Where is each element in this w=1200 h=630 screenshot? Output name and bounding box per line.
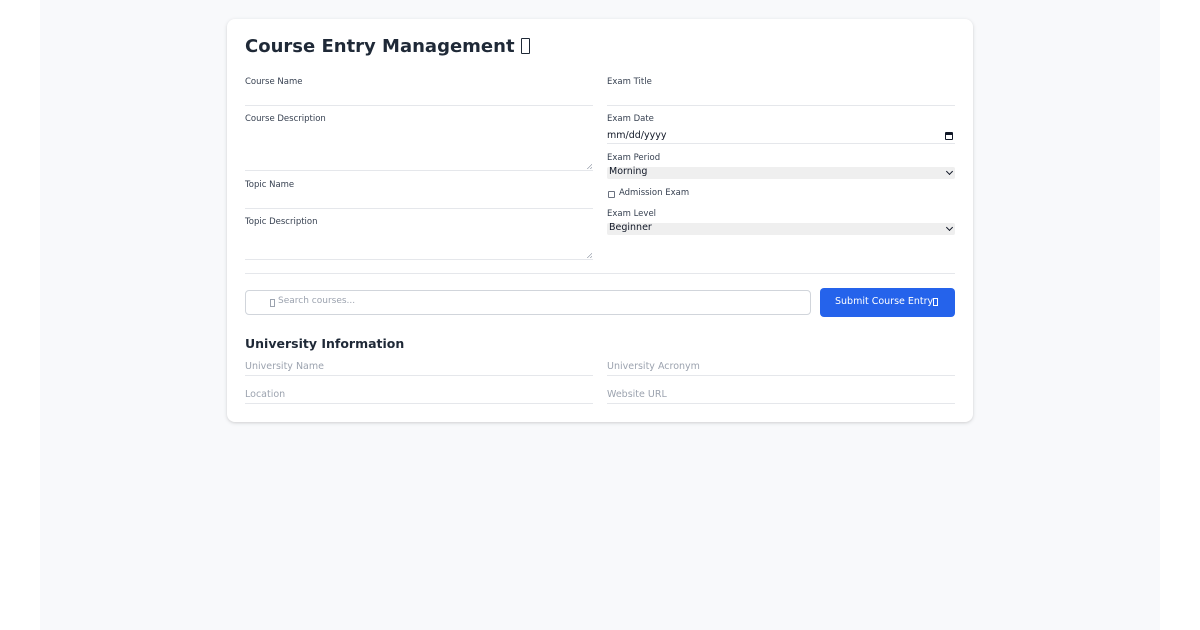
course-description-textarea[interactable] <box>245 127 593 171</box>
website-url-placeholder: Website URL <box>607 389 667 400</box>
exam-date-label: Exam Date <box>607 114 654 124</box>
exam-date-placeholder: mm/dd/yyyy <box>607 130 667 141</box>
university-name-placeholder: University Name <box>245 361 324 372</box>
topic-name-label: Topic Name <box>245 180 295 190</box>
university-acronym-input[interactable] <box>607 375 955 376</box>
exam-period-value: Morning <box>609 166 648 177</box>
admission-exam-label[interactable]: Admission Exam <box>619 188 689 198</box>
title-emoji-icon <box>520 38 530 54</box>
page-title: Course Entry Management <box>245 36 530 57</box>
exam-title-label: Exam Title <box>607 77 652 87</box>
exam-period-select[interactable]: Morning <box>607 166 955 179</box>
section-divider <box>245 273 955 274</box>
course-description-label: Course Description <box>245 114 326 124</box>
website-url-input[interactable] <box>607 403 955 404</box>
search-placeholder: Search courses... <box>278 296 356 306</box>
calendar-icon[interactable] <box>945 132 953 140</box>
course-entry-card: Course Entry Management Course Name Cour… <box>227 19 973 422</box>
search-icon <box>270 299 275 307</box>
university-name-input[interactable] <box>245 375 593 376</box>
exam-date-input[interactable]: mm/dd/yyyy <box>607 130 955 144</box>
exam-title-input[interactable] <box>607 105 955 106</box>
course-name-input[interactable] <box>245 105 593 106</box>
exam-period-label: Exam Period <box>607 153 661 163</box>
university-acronym-placeholder: University Acronym <box>607 361 700 372</box>
university-information-heading: University Information <box>245 336 405 351</box>
location-placeholder: Location <box>245 389 286 400</box>
submit-button-label: Submit Course Entry <box>835 296 934 307</box>
send-icon <box>933 298 938 306</box>
chevron-down-icon <box>945 223 954 232</box>
admission-exam-checkbox[interactable] <box>608 191 615 198</box>
chevron-down-icon <box>945 167 954 176</box>
search-input[interactable]: Search courses... <box>245 290 811 315</box>
resize-handle-icon[interactable] <box>587 253 592 258</box>
course-name-label: Course Name <box>245 77 303 87</box>
exam-level-label: Exam Level <box>607 209 657 219</box>
submit-course-entry-button[interactable]: Submit Course Entry <box>820 288 955 317</box>
topic-name-input[interactable] <box>245 208 593 209</box>
topic-description-label: Topic Description <box>245 217 318 227</box>
exam-level-value: Beginner <box>609 222 652 233</box>
location-input[interactable] <box>245 403 593 404</box>
page-title-text: Course Entry Management <box>245 36 515 57</box>
topic-description-textarea[interactable] <box>245 230 593 260</box>
resize-handle-icon[interactable] <box>587 164 592 169</box>
exam-level-select[interactable]: Beginner <box>607 222 955 235</box>
